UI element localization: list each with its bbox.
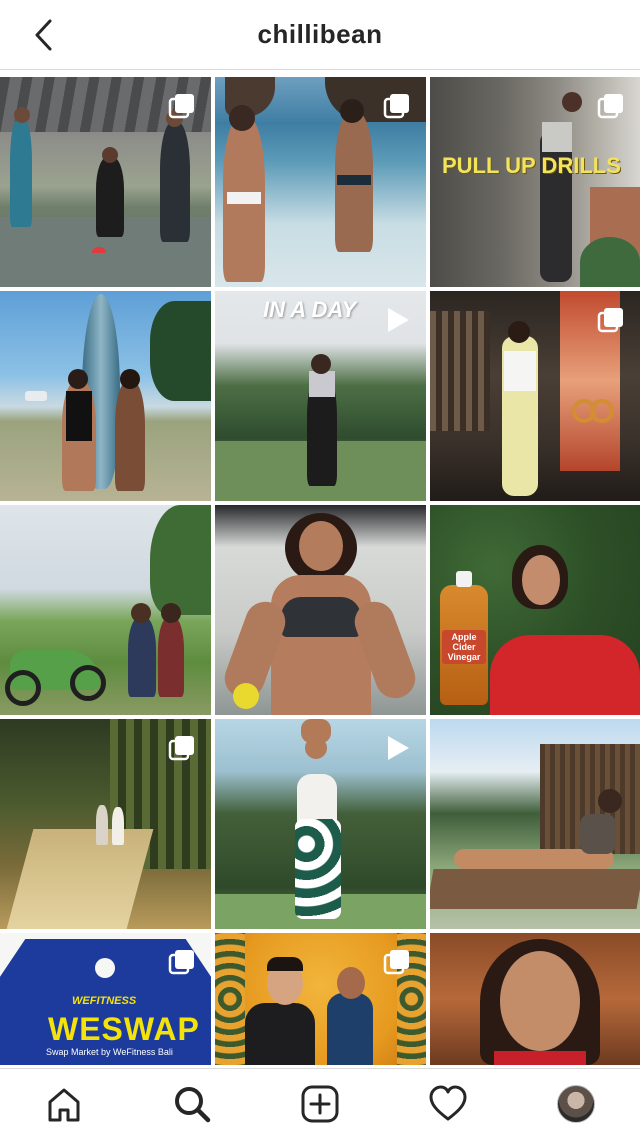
tile-caption: PULL UP DRILLS [442, 153, 621, 178]
avatar [557, 1084, 595, 1123]
nav-activity-button[interactable] [418, 1074, 478, 1134]
tile-caption: Apple Cider Vinegar [442, 630, 486, 664]
tile-sports-bra-portrait[interactable] [215, 505, 426, 715]
tile-dirt-bike-ricefield[interactable] [0, 505, 211, 715]
tile-brand: WEFITNESS [72, 995, 137, 1007]
tile-portrait-smile[interactable] [430, 933, 640, 1065]
search-icon [175, 1086, 211, 1122]
header: chillibean [0, 0, 640, 70]
tile-apple-cider-vinegar[interactable]: Apple Cider Vinegar [430, 505, 640, 715]
tile-stretch-garden[interactable] [215, 719, 426, 929]
tile-beach-swimsuits[interactable] [215, 77, 426, 287]
tile-gym-rings[interactable] [430, 291, 640, 501]
nav-profile-button[interactable] [546, 1074, 606, 1134]
nav-new-post-button[interactable] [290, 1074, 350, 1134]
post-grid: PULL UP DRILLS IN A DAY Apple Cider Vine… [0, 77, 640, 1065]
back-button[interactable] [28, 17, 60, 53]
tile-pull-up-drills[interactable]: PULL UP DRILLS [430, 77, 640, 287]
tile-surfboard-beach[interactable] [0, 291, 211, 501]
tile-subtext: Swap Market by WeFitness Bali [46, 1047, 173, 1057]
chevron-left-icon [35, 19, 52, 51]
carousel-icon [383, 94, 409, 119]
heart-icon [429, 1085, 467, 1120]
nav-home-button[interactable] [34, 1074, 94, 1134]
tile-outdoor-court-training[interactable] [0, 77, 211, 287]
tile-weswap-poster[interactable]: WEFITNESS WESWAP Swap Market by WeFitnes… [0, 933, 211, 1065]
carousel-icon [168, 950, 194, 975]
tile-wedding-couple[interactable] [215, 933, 426, 1065]
tile-pool-lounger[interactable] [430, 719, 640, 929]
tile-caption: WESWAP [48, 1011, 200, 1047]
carousel-icon [597, 308, 623, 333]
video-icon [388, 736, 409, 760]
tile-in-a-day[interactable]: IN A DAY [215, 291, 426, 501]
home-icon [48, 1088, 80, 1121]
add-post-icon [301, 1085, 339, 1122]
page-title: chillibean [257, 19, 383, 49]
nav-search-button[interactable] [162, 1074, 222, 1134]
video-icon [388, 308, 409, 332]
carousel-icon [597, 94, 623, 119]
carousel-icon [168, 94, 194, 119]
carousel-icon [168, 736, 194, 761]
bottom-nav [0, 1068, 640, 1138]
tile-bamboo-forest-hike[interactable] [0, 719, 211, 929]
tile-caption: IN A DAY [263, 297, 357, 322]
carousel-icon [383, 950, 409, 975]
